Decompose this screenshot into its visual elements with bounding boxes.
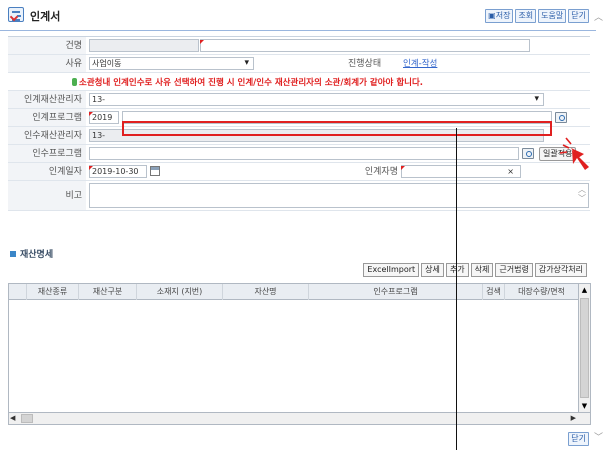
takeover-manager-label: 인수재산관리자	[8, 127, 86, 144]
chevron-down-icon: ▾	[534, 94, 539, 104]
takeover-program-field[interactable]	[89, 147, 519, 160]
help-button[interactable]: 도움말	[538, 9, 567, 23]
title-divider	[0, 30, 596, 31]
close-top-button[interactable]: 닫기	[568, 9, 589, 23]
name-label: 건명	[8, 37, 86, 54]
column-header[interactable]: 대장수량/면적	[505, 284, 578, 300]
asset-grid: 재산종류 재산구분 소재지 (지번) 자산명 인수프로그램 검색 대장수량/면적…	[8, 283, 591, 425]
row-header-cell	[9, 284, 27, 300]
row-handover-date: 인계일자 2019-10-30 인계자명 ×	[8, 163, 590, 181]
section-title: 재산명세	[10, 247, 53, 260]
handover-date-field[interactable]: 2019-10-30	[89, 165, 147, 178]
row-handover-manager: 인계재산관리자 13- ▾	[8, 91, 590, 109]
annotation-line	[456, 128, 457, 450]
scroll-right-arrow-icon[interactable]: ▶	[571, 414, 576, 422]
required-marker	[200, 40, 204, 44]
chevron-down-icon: ▾	[244, 58, 249, 68]
pointer-arrow-icon	[560, 137, 589, 170]
reason-label: 사유	[8, 55, 86, 72]
query-button[interactable]: 조회	[515, 9, 537, 23]
row-warning: 소관청내 인계인수로 사유 선택하여 진행 시 인계/인수 재산관리자의 소관/…	[8, 73, 590, 91]
status-link[interactable]: 인계-작성	[403, 55, 437, 73]
clear-icon[interactable]: ×	[507, 166, 514, 177]
status-label: 진행상태	[348, 59, 382, 69]
delete-button[interactable]: 삭제	[470, 263, 494, 277]
search-icon[interactable]	[555, 112, 567, 123]
handover-program-label: 인계프로그램	[8, 109, 86, 126]
scroll-thumb[interactable]	[21, 414, 33, 423]
row-name: 건명	[8, 37, 590, 55]
column-header[interactable]: 검색	[483, 284, 505, 300]
row-reason: 사유 사업이동 ▾ 진행상태 인계-작성	[8, 55, 590, 73]
scroll-down-icon[interactable]: ﹀	[594, 430, 603, 443]
column-header[interactable]: 소재지 (지번)	[137, 284, 223, 300]
info-icon	[72, 78, 77, 86]
row-remarks: 비고 ︿ ﹀	[8, 181, 590, 211]
detail-button[interactable]: 상세	[421, 263, 444, 277]
scroll-up-arrow-icon[interactable]: ▲	[579, 284, 590, 296]
vertical-scrollbar[interactable]: ▲ ▼	[578, 284, 590, 412]
remarks-label: 비고	[8, 181, 86, 210]
handover-manager-select[interactable]: 13- ▾	[89, 93, 544, 106]
save-button[interactable]: ▣저장	[485, 9, 514, 23]
textarea-scroll[interactable]: ︿ ﹀	[578, 185, 586, 203]
name-field[interactable]	[200, 39, 530, 52]
excel-import-button[interactable]: ExcelImport	[363, 263, 420, 277]
required-marker	[89, 166, 93, 170]
window-title: 인계서	[30, 10, 61, 23]
title-bar: 인계서 ▣저장 조회 도움말 닫기 ︿	[0, 0, 605, 28]
grid-header: 재산종류 재산구분 소재지 (지번) 자산명 인수프로그램 검색 대장수량/면적	[9, 284, 578, 300]
column-header[interactable]: 재산구분	[79, 284, 137, 300]
column-header[interactable]: 자산명	[223, 284, 309, 300]
name-code-field	[89, 39, 199, 52]
remarks-textarea[interactable]	[89, 183, 589, 208]
row-takeover-program: 인수프로그램 일괄적용	[8, 145, 590, 163]
reason-select-value: 사업이동	[92, 59, 122, 68]
handover-person-label: 인계자명	[364, 167, 398, 177]
column-header[interactable]: 재산종류	[27, 284, 79, 300]
handover-manager-value: 13-	[92, 95, 106, 104]
required-marker	[89, 112, 93, 116]
handover-person-field[interactable]: ×	[401, 165, 521, 178]
search-icon[interactable]	[522, 148, 534, 159]
handover-program-year[interactable]: 2019	[89, 111, 119, 124]
handover-manager-label: 인계재산관리자	[8, 91, 86, 108]
depreciation-button[interactable]: 감가상각처리	[534, 263, 587, 277]
checklist-icon	[8, 7, 24, 22]
handover-date-label: 인계일자	[8, 163, 86, 180]
required-marker	[401, 166, 405, 170]
scroll-up-icon[interactable]: ︿	[594, 10, 603, 23]
legal-basis-button[interactable]: 근거법령	[495, 263, 533, 277]
grid-button-group: ExcelImport 상세 추가 삭제 근거법령 감가상각처리	[363, 263, 587, 277]
highlight-box	[122, 121, 552, 136]
calendar-icon[interactable]	[150, 166, 160, 176]
horizontal-scrollbar[interactable]: ◀ ▶	[9, 412, 590, 424]
takeover-program-label: 인수프로그램	[8, 145, 86, 162]
scroll-thumb[interactable]	[580, 298, 589, 398]
close-button[interactable]: 닫기	[568, 432, 589, 446]
add-button[interactable]: 추가	[445, 263, 469, 277]
reason-select[interactable]: 사업이동 ▾	[89, 57, 254, 70]
warning-text: 소관청내 인계인수로 사유 선택하여 진행 시 인계/인수 재산관리자의 소관/…	[79, 78, 424, 88]
scroll-down-arrow-icon[interactable]: ▼	[579, 400, 590, 412]
top-button-group: ▣저장 조회 도움말 닫기	[485, 9, 589, 23]
scroll-left-arrow-icon[interactable]: ◀	[10, 414, 15, 422]
